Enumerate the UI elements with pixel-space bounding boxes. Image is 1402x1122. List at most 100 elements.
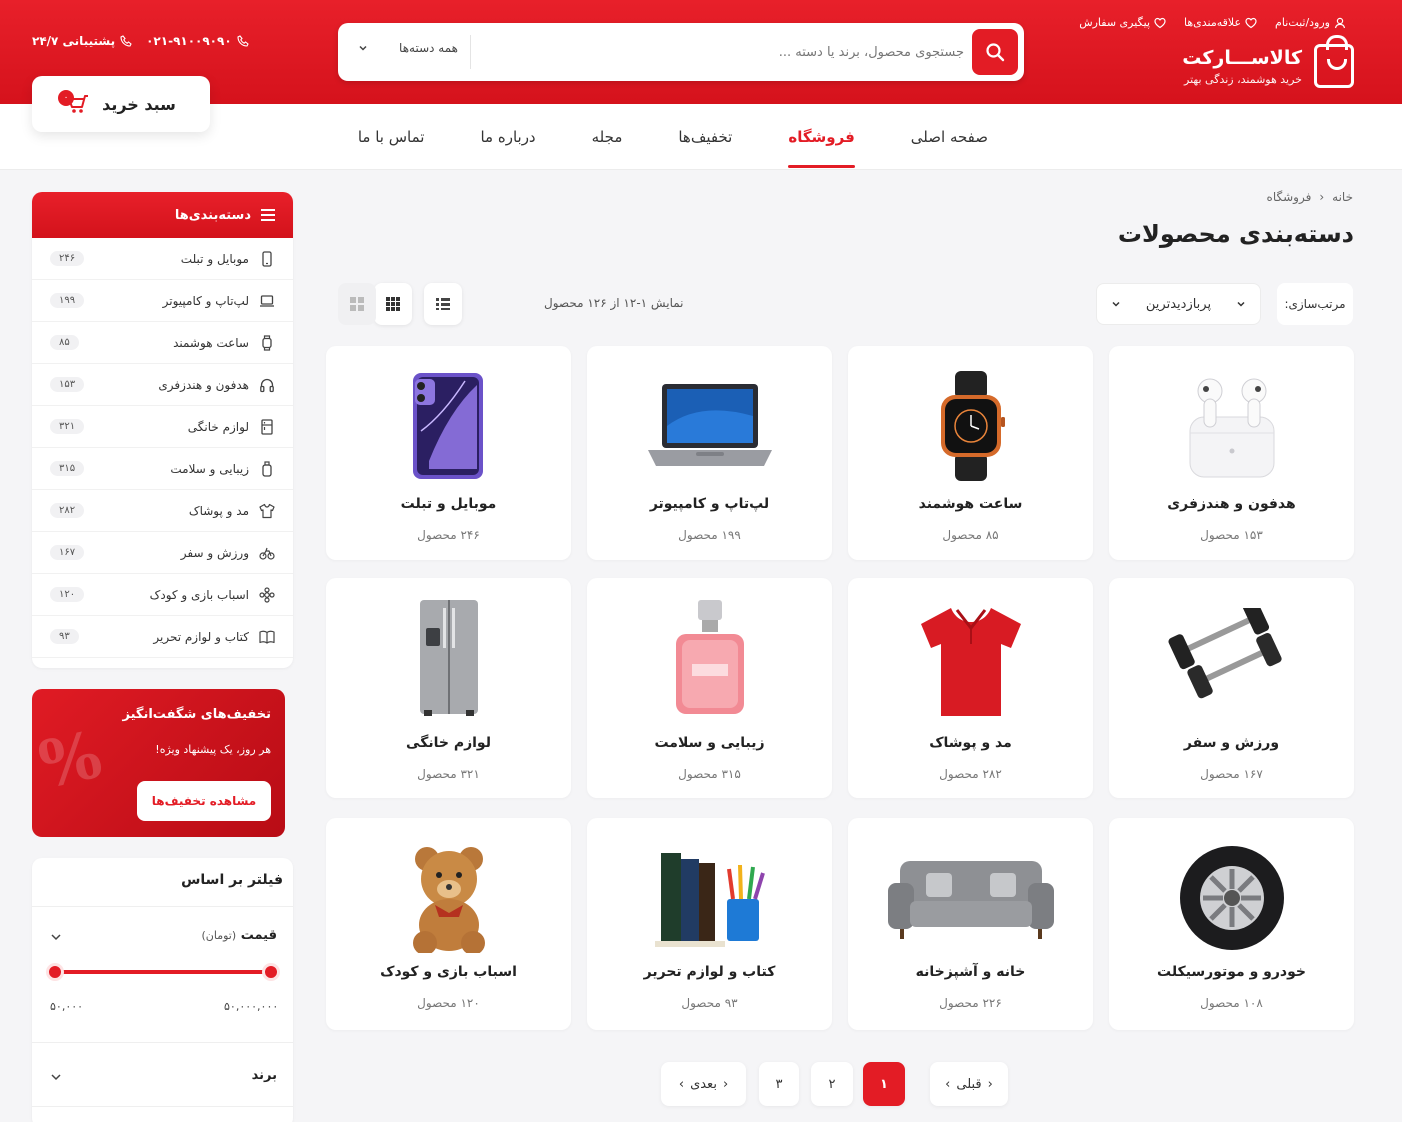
pagination-prev[interactable]: ‹ قبلی › [930, 1062, 1008, 1106]
category-count: ۳۱۵ [50, 461, 85, 476]
sidebar-item-appliance[interactable]: لوازم خانگی ۳۲۱ [32, 406, 293, 448]
categories-panel: دسته‌بندی‌ها موبایل و تبلت ۲۴۶ لپ‌تاپ و … [32, 192, 293, 668]
phone-number[interactable]: ۰۲۱-۹۱۰۰۹۰۹۰ [146, 34, 249, 48]
wishlist-link[interactable]: علاقه‌مندی‌ها [1184, 16, 1257, 29]
product-count: ۱۹۹ محصول [678, 528, 741, 542]
dumbbell-image [1109, 598, 1354, 718]
product-card[interactable]: موبایل و تبلت ۲۴۶ محصول [326, 346, 571, 560]
product-card[interactable]: هدفون و هندزفری ۱۵۳ محصول [1109, 346, 1354, 560]
phone-label: ۰۲۱-۹۱۰۰۹۰۹۰ [146, 34, 232, 48]
product-card[interactable]: خانه و آشپزخانه ۲۲۶ محصول [848, 818, 1093, 1030]
laptop-icon [259, 293, 275, 309]
sidebar-item-mobile[interactable]: موبایل و تبلت ۲۴۶ [32, 238, 293, 280]
price-range-track[interactable] [56, 970, 272, 974]
product-name: ورزش و سفر [1183, 735, 1280, 751]
product-card[interactable]: ورزش و سفر ۱۶۷ محصول [1109, 578, 1354, 798]
pagination-page-3[interactable]: ۳ [759, 1062, 799, 1106]
sofa-image [848, 838, 1093, 958]
chevron-left-icon: ‹ [1319, 190, 1325, 204]
product-name: کتاب و لوازم تحریر [643, 964, 776, 980]
sidebar-item-smartwatch[interactable]: ساعت هوشمند ۸۵ [32, 322, 293, 364]
compact-view-button[interactable] [338, 283, 376, 325]
product-name: خودرو و موتورسیکلت [1157, 964, 1306, 980]
product-count: ۱۰۸ محصول [1200, 996, 1263, 1010]
tshirt-image [848, 598, 1093, 718]
chevron-down-icon [1237, 301, 1245, 307]
search-category-label: همه دسته‌ها [399, 41, 458, 55]
filter-divider [32, 906, 293, 907]
chevron-down-icon[interactable] [50, 932, 62, 942]
nav-magazine[interactable]: مجله [592, 104, 623, 170]
product-name: خانه و آشپزخانه [915, 964, 1026, 980]
product-card[interactable]: ساعت هوشمند ۸۵ محصول [848, 346, 1093, 560]
category-label: کتاب و لوازم تحریر [153, 629, 249, 644]
product-card[interactable]: کتاب و لوازم تحریر ۹۳ محصول [587, 818, 832, 1030]
chevron-down-icon [359, 45, 367, 51]
nav-discounts[interactable]: تخفیف‌ها [678, 104, 732, 170]
main-nav: صفحه اصلی فروشگاه تخفیف‌ها مجله درباره م… [358, 104, 988, 170]
search-divider [470, 35, 471, 69]
pagination-page-2[interactable]: ۲ [811, 1062, 853, 1106]
product-name: لوازم خانگی [406, 735, 491, 751]
sidebar-item-toys[interactable]: اسباب بازی و کودک ۱۲۰ [32, 574, 293, 616]
search-input[interactable] [544, 33, 964, 71]
product-card[interactable]: اسباب بازی و کودک ۱۲۰ محصول [326, 818, 571, 1030]
pagination-next[interactable]: ‹ بعدی › [661, 1062, 746, 1106]
login-link[interactable]: ورود/ثبت‌نام [1275, 16, 1346, 29]
search-icon [986, 43, 1005, 62]
list-view-button[interactable] [424, 283, 462, 325]
nav-shop[interactable]: فروشگاه [788, 104, 856, 170]
price-min-handle[interactable] [46, 963, 64, 981]
perfume-image [587, 598, 832, 718]
cart-button[interactable]: سبد خرید ۰ [32, 76, 210, 132]
category-label: لپ‌تاپ و کامپیوتر [162, 293, 249, 308]
price-filter-toggle[interactable]: قیمت (تومان) [202, 928, 277, 943]
cart-count-badge: ۰ [58, 90, 74, 106]
site-logo[interactable]: کالاســـارکت خرید هوشمند، زندگی بهتر [1182, 35, 1354, 88]
logo-name: کالاســـارکت [1182, 46, 1302, 69]
product-count: ۳۲۱ محصول [417, 767, 480, 781]
category-label: موبایل و تبلت [180, 251, 249, 266]
category-label: لوازم خانگی [187, 419, 249, 434]
product-card[interactable]: لپ‌تاپ و کامپیوتر ۱۹۹ محصول [587, 346, 832, 560]
product-card[interactable]: خودرو و موتورسیکلت ۱۰۸ محصول [1109, 818, 1354, 1030]
nav-contact[interactable]: تماس با ما [358, 104, 425, 170]
filter-divider [32, 1042, 293, 1043]
shopping-bag-icon [1314, 35, 1354, 88]
book-icon [259, 629, 275, 645]
product-count: ۸۵ محصول [942, 528, 999, 542]
product-card[interactable]: مد و پوشاک ۲۸۲ محصول [848, 578, 1093, 798]
sidebar-item-fashion[interactable]: مد و پوشاک ۲۸۲ [32, 490, 293, 532]
product-card[interactable]: لوازم خانگی ۳۲۱ محصول [326, 578, 571, 798]
breadcrumb-shop[interactable]: فروشگاه [1267, 190, 1312, 204]
category-label: مد و پوشاک [188, 503, 249, 518]
product-name: موبایل و تبلت [400, 496, 497, 512]
sidebar-item-headphone[interactable]: هدفون و هندزفری ۱۵۳ [32, 364, 293, 406]
user-icon [1334, 17, 1346, 28]
product-count: ۱۲۰ محصول [417, 996, 480, 1010]
chevron-down-icon[interactable] [50, 1072, 62, 1082]
sidebar-item-beauty[interactable]: زیبایی و سلامت ۳۱۵ [32, 448, 293, 490]
beauty-icon [259, 460, 275, 477]
sidebar-item-laptop[interactable]: لپ‌تاپ و کامپیوتر ۱۹۹ [32, 280, 293, 322]
sidebar-item-sport[interactable]: ورزش و سفر ۱۶۷ [32, 532, 293, 574]
order-tracking-link[interactable]: پیگیری سفارش [1079, 16, 1166, 29]
nav-about[interactable]: درباره ما [480, 104, 535, 170]
pagination-page-1[interactable]: ۱ [863, 1062, 905, 1106]
search-category-select[interactable]: همه دسته‌ها [358, 41, 458, 55]
search-button[interactable] [972, 29, 1018, 75]
phone-icon [237, 35, 249, 47]
shirt-icon [259, 503, 275, 519]
nav-home[interactable]: صفحه اصلی [911, 104, 988, 170]
breadcrumb-home[interactable]: خانه [1332, 190, 1353, 204]
brand-filter-toggle[interactable]: برند [252, 1068, 277, 1083]
sort-select[interactable]: پربازدیدترین [1096, 283, 1261, 325]
support-info: پشتیبانی ۲۴/۷ [32, 34, 132, 48]
price-max-handle[interactable] [262, 963, 280, 981]
product-count: ۹۳ محصول [681, 996, 738, 1010]
sidebar-item-books[interactable]: کتاب و لوازم تحریر ۹۳ [32, 616, 293, 658]
order-tracking-label: پیگیری سفارش [1079, 16, 1151, 29]
product-card[interactable]: زیبایی و سلامت ۳۱۵ محصول [587, 578, 832, 798]
view-discounts-button[interactable]: مشاهده تخفیف‌ها [137, 781, 271, 821]
grid-view-button[interactable] [374, 283, 412, 325]
